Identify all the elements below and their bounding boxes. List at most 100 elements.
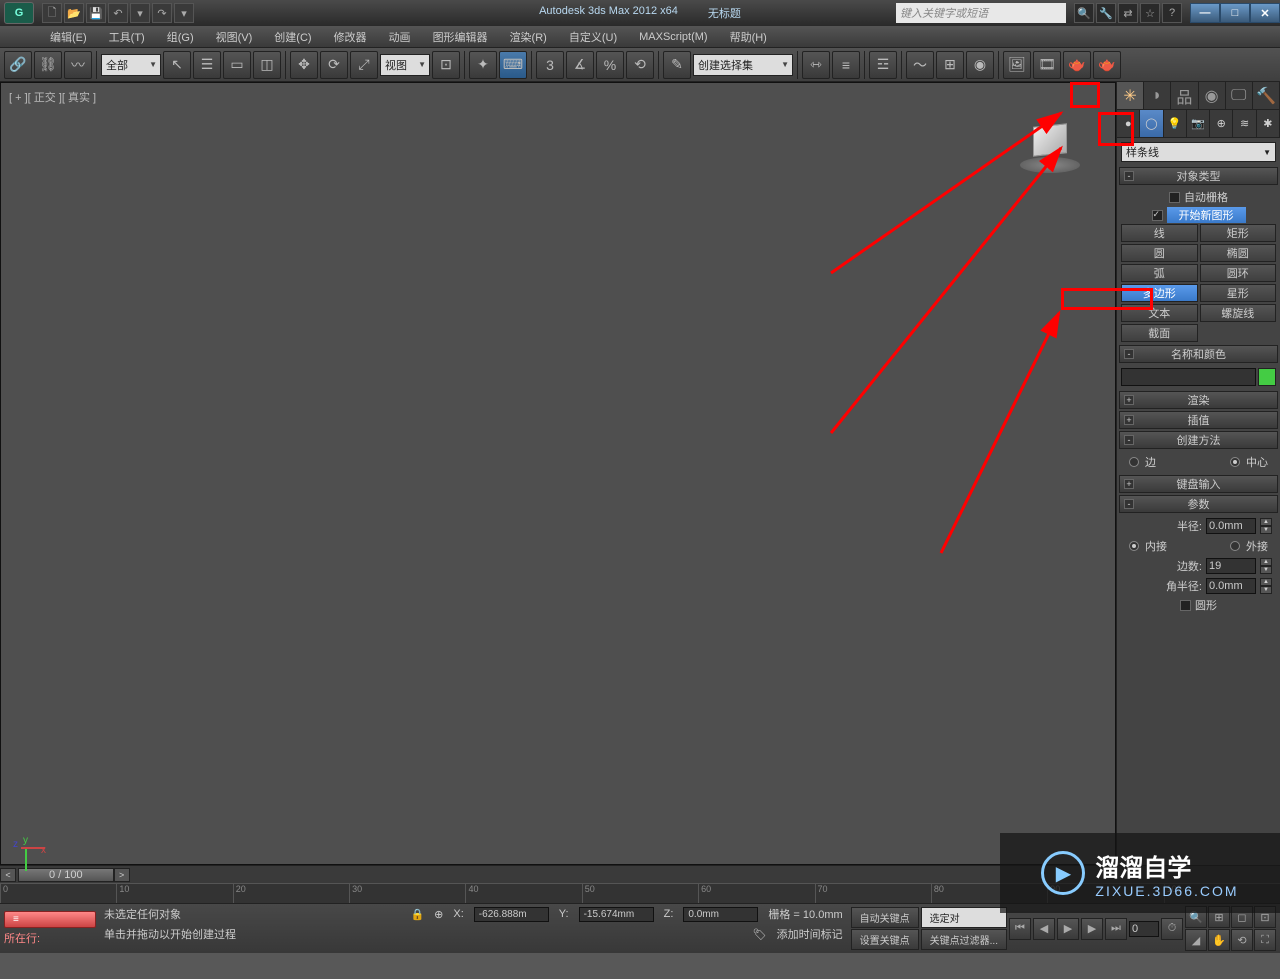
curve-editor-icon[interactable]: 〜 [906,51,934,79]
angle-snap-icon[interactable]: ∡ [566,51,594,79]
menu-help[interactable]: 帮助(H) [720,27,777,47]
named-selection-dropdown[interactable]: 创建选择集 [693,54,793,76]
sub-spacewarps-icon[interactable]: ≋ [1233,110,1256,137]
select-by-name-icon[interactable]: ☰ [193,51,221,79]
render-frame-icon[interactable]: 🎞 [1033,51,1061,79]
menu-views[interactable]: 视图(V) [206,27,263,47]
menu-modifiers[interactable]: 修改器 [324,27,377,47]
prev-frame-icon[interactable]: ◀ [1033,918,1055,940]
btn-circle[interactable]: 圆 [1121,244,1198,262]
coord-x-input[interactable]: -626.888m [474,907,549,922]
link-icon[interactable]: 🔗 [4,51,32,79]
snap-toggle-icon[interactable]: 3 [536,51,564,79]
menu-maxscript[interactable]: MAXScript(M) [629,29,717,45]
bind-spacewarp-icon[interactable]: 〰 [64,51,92,79]
menu-create[interactable]: 创建(C) [264,27,321,47]
redo-drop-icon[interactable]: ▾ [174,3,194,23]
orbit-icon[interactable]: ⟲ [1231,929,1253,951]
unlink-icon[interactable]: ⛓ [34,51,62,79]
tab-display-icon[interactable]: 🖵 [1226,82,1253,109]
move-icon[interactable]: ✥ [290,51,318,79]
btn-helix[interactable]: 螺旋线 [1200,304,1277,322]
next-frame-icon[interactable]: ▶ [1081,918,1103,940]
favorite-icon[interactable]: ☆ [1140,3,1160,23]
rollout-object-type[interactable]: -对象类型 [1119,167,1278,185]
menu-edit[interactable]: 编辑(E) [40,27,97,47]
save-icon[interactable]: 💾 [86,3,106,23]
sub-cameras-icon[interactable]: 📷 [1187,110,1210,137]
menu-rendering[interactable]: 渲染(R) [500,27,557,47]
circular-checkbox[interactable] [1180,600,1191,611]
sub-lights-icon[interactable]: 💡 [1164,110,1187,137]
btn-ellipse[interactable]: 椭圆 [1200,244,1277,262]
radio-inscribed[interactable] [1129,541,1139,551]
manipulate-icon[interactable]: ✦ [469,51,497,79]
maximize-viewport-icon[interactable]: ⛶ [1254,929,1276,951]
rollout-keyboard-entry[interactable]: +键盘输入 [1119,475,1278,493]
scale-icon[interactable]: ⤢ [350,51,378,79]
fov-icon[interactable]: ◢ [1185,929,1207,951]
sub-helpers-icon[interactable]: ⊕ [1210,110,1233,137]
minimize-button[interactable]: — [1190,3,1220,23]
radius-spinner[interactable]: 0.0mm [1206,518,1256,534]
search-icon[interactable]: 🔍 [1074,3,1094,23]
tab-create-icon[interactable]: ✳ [1117,82,1144,109]
menu-customize[interactable]: 自定义(U) [559,27,627,47]
goto-end-icon[interactable]: ⏭ [1105,918,1127,940]
rotate-icon[interactable]: ⟳ [320,51,348,79]
undo-icon[interactable]: ↶ [108,3,128,23]
sides-spin-buttons[interactable]: ▲▼ [1260,558,1272,574]
render-setup-icon[interactable]: 🖼 [1003,51,1031,79]
close-button[interactable]: ✕ [1250,3,1280,23]
btn-donut[interactable]: 圆环 [1200,264,1277,282]
layers-icon[interactable]: ☲ [869,51,897,79]
percent-snap-icon[interactable]: % [596,51,624,79]
radio-center[interactable] [1230,457,1240,467]
tab-utilities-icon[interactable]: 🔨 [1253,82,1280,109]
goto-start-icon[interactable]: ⏮ [1009,918,1031,940]
align-icon[interactable]: ≡ [832,51,860,79]
tab-modify-icon[interactable]: ◗ [1144,82,1171,109]
current-frame-input[interactable]: 0 [1129,921,1159,937]
help-search-input[interactable]: 键入关键字或短语 [896,3,1066,23]
timeslider-prev-icon[interactable]: < [0,868,16,882]
radio-edge[interactable] [1129,457,1139,467]
key-filters-button[interactable]: 关键点过滤器... [921,929,1007,950]
new-icon[interactable]: 🗋 [42,3,62,23]
btn-star[interactable]: 星形 [1200,284,1277,302]
pivot-center-icon[interactable]: ⊡ [432,51,460,79]
autokey-button[interactable]: 自动关键点 [851,907,919,928]
play-icon[interactable]: ▶ [1057,918,1079,940]
rollout-name-color[interactable]: -名称和颜色 [1119,345,1278,363]
select-object-icon[interactable]: ↖ [163,51,191,79]
render-icon[interactable]: 🫖 [1093,51,1121,79]
open-icon[interactable]: 📂 [64,3,84,23]
viewport[interactable]: [ + ][ 正交 ][ 真实 ] y x z [0,82,1116,865]
add-time-tag[interactable]: 添加时间标记 [777,926,843,942]
help-icon[interactable]: ? [1162,3,1182,23]
refcoord-dropdown[interactable]: 视图 [380,54,430,76]
newshape-button[interactable]: 开始新图形 [1167,207,1246,223]
select-region-rect-icon[interactable]: ▭ [223,51,251,79]
object-name-input[interactable] [1121,368,1256,386]
radius-spin-buttons[interactable]: ▲▼ [1260,518,1272,534]
sides-spinner[interactable]: 19 [1206,558,1256,574]
window-crossing-icon[interactable]: ◫ [253,51,281,79]
exchange-icon[interactable]: ⇄ [1118,3,1138,23]
menu-group[interactable]: 组(G) [157,27,204,47]
selected-obj-dropdown[interactable]: 选定对 [921,907,1007,928]
create-category-dropdown[interactable]: 样条线 [1121,142,1276,162]
viewport-label[interactable]: [ + ][ 正交 ][ 真实 ] [9,89,96,105]
btn-line[interactable]: 线 [1121,224,1198,242]
maxscript-mini-listener[interactable]: ≡ [4,911,96,928]
rollout-parameters[interactable]: -参数 [1119,495,1278,513]
btn-rectangle[interactable]: 矩形 [1200,224,1277,242]
autogrid-checkbox[interactable] [1169,192,1180,203]
material-editor-icon[interactable]: ◉ [966,51,994,79]
rollout-creation-method[interactable]: -创建方法 [1119,431,1278,449]
timeslider-handle[interactable]: 0 / 100 [18,868,114,882]
tab-motion-icon[interactable]: ◉ [1199,82,1226,109]
render-production-icon[interactable]: 🫖 [1063,51,1091,79]
undo-drop-icon[interactable]: ▾ [130,3,150,23]
schematic-view-icon[interactable]: ⊞ [936,51,964,79]
